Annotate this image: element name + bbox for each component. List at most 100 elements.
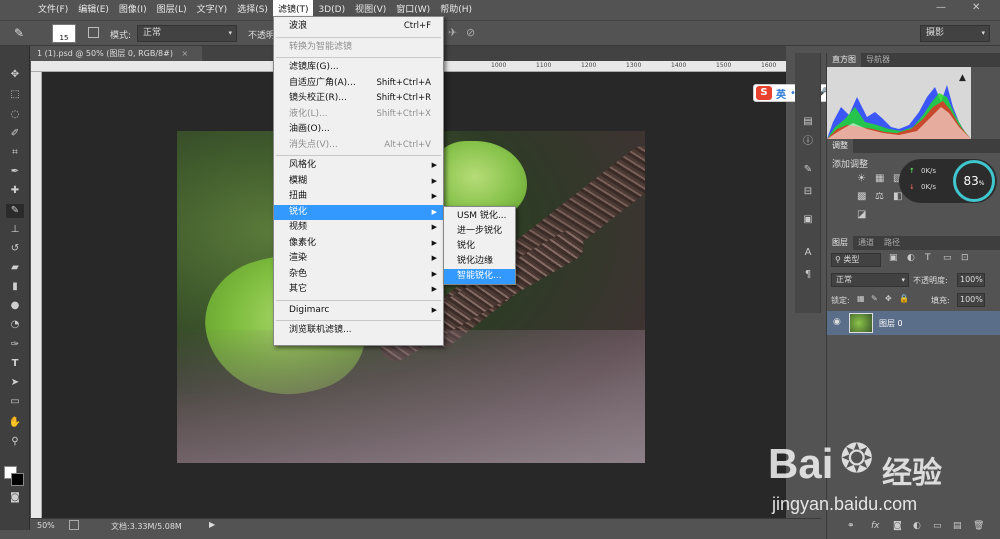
submenu-item-smart-sharpen[interactable]: 智能锐化...: [444, 269, 515, 284]
sogou-logo-icon[interactable]: S: [756, 86, 772, 100]
filter-menu-item[interactable]: 渲染 ▶: [274, 251, 443, 266]
filter-menu-item[interactable]: 油画(O)...: [274, 122, 443, 137]
chevron-right-icon[interactable]: ▶: [209, 520, 215, 529]
marquee-tool-icon[interactable]: ⬚: [6, 88, 24, 102]
filter-menu-item[interactable]: 镜头校正(R)... Shift+Ctrl+R: [274, 91, 443, 106]
eraser-tool-icon[interactable]: ▰: [6, 261, 24, 275]
bw-icon[interactable]: ◧: [893, 191, 902, 202]
quick-mask-icon[interactable]: ◙: [6, 491, 24, 505]
fill-input[interactable]: 100%: [957, 293, 985, 307]
trash-icon[interactable]: 🗑: [973, 521, 984, 531]
move-tool-icon[interactable]: ✥: [6, 68, 24, 82]
filter-menu-item[interactable]: 模糊 ▶: [274, 174, 443, 189]
eyedropper-tool-icon[interactable]: ✒: [6, 165, 24, 179]
mode-select[interactable]: 正常 ▾: [137, 25, 237, 42]
ime-mode-label[interactable]: 英: [776, 86, 786, 101]
filter-menu-item[interactable]: 滤镜库(G)...: [274, 60, 443, 75]
link-icon[interactable]: ⚭: [847, 521, 855, 531]
quick-select-tool-icon[interactable]: ✐: [6, 127, 24, 141]
filter-menu-item[interactable]: 其它 ▶: [274, 282, 443, 297]
gradient-tool-icon[interactable]: ▮: [6, 280, 24, 294]
hue-icon[interactable]: ▩: [857, 191, 866, 202]
filter-menu-item[interactable]: 波浪 Ctrl+F: [274, 19, 443, 34]
close-icon[interactable]: ×: [181, 49, 188, 58]
tab-adjustments[interactable]: 调整: [827, 139, 853, 153]
export-icon[interactable]: [69, 520, 79, 530]
lasso-tool-icon[interactable]: ◌: [6, 108, 24, 122]
smart-filter-icon[interactable]: ⊡: [961, 253, 969, 263]
filter-menu-item[interactable]: 风格化 ▶: [274, 158, 443, 173]
submenu-item-sharpen[interactable]: 锐化: [444, 239, 515, 254]
menu-type[interactable]: 文字(Y): [192, 0, 233, 20]
tab-channels[interactable]: 通道: [853, 236, 879, 250]
lock-move-icon[interactable]: ✥: [885, 294, 892, 303]
dodge-tool-icon[interactable]: ◔: [6, 318, 24, 332]
lock-all-icon[interactable]: 🔒: [899, 294, 909, 303]
shape-filter-icon[interactable]: ▭: [943, 253, 952, 263]
filter-menu-item[interactable]: Digimarc ▶: [274, 303, 443, 318]
brightness-icon[interactable]: ☀: [857, 173, 866, 184]
workspace-select[interactable]: 摄影 ▾: [920, 25, 990, 42]
styles-icon[interactable]: ▣: [800, 213, 816, 227]
filter-menu-item[interactable]: 视频 ▶: [274, 220, 443, 235]
layer-filter-select[interactable]: ⚲ 类型: [831, 253, 881, 267]
invert-icon[interactable]: ◪: [857, 209, 866, 220]
document-tab[interactable]: 1 (1).psd @ 50% (图层 0, RGB/8#) ×: [31, 46, 203, 61]
clone-stamp-tool-icon[interactable]: ⊥: [6, 223, 24, 237]
brush-preset-icon[interactable]: ✎: [800, 163, 816, 177]
adjust-filter-icon[interactable]: ◐: [907, 253, 915, 263]
properties-icon[interactable]: ⓘ: [800, 135, 816, 149]
airbrush-icon[interactable]: ✈: [448, 26, 457, 39]
filter-menu-item[interactable]: 自适应广角(A)... Shift+Ctrl+A: [274, 76, 443, 91]
brush-tool-icon[interactable]: ✎: [14, 26, 24, 40]
color-balance-icon[interactable]: ⚖: [875, 191, 884, 202]
tab-navigator[interactable]: 导航器: [861, 53, 895, 67]
hand-tool-icon[interactable]: ✋: [6, 416, 24, 430]
type-tool-icon[interactable]: T: [6, 357, 24, 371]
minimize-icon[interactable]: —: [936, 2, 946, 13]
background-color-swatch[interactable]: [11, 473, 24, 486]
filter-menu-item[interactable]: 杂色 ▶: [274, 267, 443, 282]
pen-tool-icon[interactable]: ✑: [6, 338, 24, 352]
levels-icon[interactable]: ▦: [875, 173, 884, 184]
opacity-input[interactable]: 100%: [957, 273, 985, 287]
menu-layer[interactable]: 图层(L): [152, 0, 192, 20]
history-icon[interactable]: ▤: [800, 115, 816, 129]
new-layer-icon[interactable]: ▤: [953, 521, 962, 531]
crop-tool-icon[interactable]: ⌗: [6, 146, 24, 160]
menu-image[interactable]: 图像(I): [114, 0, 152, 20]
zoom-level[interactable]: 50%: [37, 521, 55, 530]
zoom-tool-icon[interactable]: ⚲: [6, 435, 24, 449]
pressure-icon[interactable]: ⊘: [466, 26, 475, 39]
layer-row[interactable]: ◉ 图层 0: [827, 311, 1000, 335]
path-select-tool-icon[interactable]: ➤: [6, 376, 24, 390]
paragraph-icon[interactable]: ¶: [800, 268, 816, 282]
submenu-item-usm-sharpen[interactable]: USM 锐化...: [444, 209, 515, 224]
shape-tool-icon[interactable]: ▭: [6, 395, 24, 409]
filter-menu-item[interactable]: 浏览联机滤镜...: [274, 323, 443, 338]
adjustment-layer-icon[interactable]: ◐: [913, 521, 921, 531]
menu-edit[interactable]: 编辑(E): [73, 0, 114, 20]
filter-menu-item[interactable]: 锐化 ▶: [274, 204, 443, 220]
pixel-filter-icon[interactable]: ▣: [889, 253, 898, 263]
lock-transparent-icon[interactable]: ▦: [857, 294, 865, 303]
warning-icon[interactable]: ▲: [959, 73, 966, 83]
brush-tool-icon[interactable]: ✎: [6, 204, 24, 218]
group-icon[interactable]: ▭: [933, 521, 942, 531]
filter-menu-item[interactable]: 扭曲 ▶: [274, 189, 443, 204]
submenu-item-sharpen-edges[interactable]: 锐化边缘: [444, 254, 515, 269]
blend-mode-select[interactable]: 正常 ▾: [831, 273, 909, 287]
menu-select[interactable]: 选择(S): [232, 0, 273, 20]
tab-layers[interactable]: 图层: [827, 236, 853, 250]
history-brush-tool-icon[interactable]: ↺: [6, 242, 24, 256]
submenu-item-sharpen-more[interactable]: 进一步锐化: [444, 224, 515, 239]
fx-icon[interactable]: fx: [871, 521, 880, 531]
brush-panel-icon[interactable]: [88, 27, 99, 38]
eye-icon[interactable]: ◉: [833, 317, 841, 327]
type-filter-icon[interactable]: T: [925, 253, 931, 263]
tab-paths[interactable]: 路径: [879, 236, 905, 250]
close-icon[interactable]: ✕: [972, 2, 980, 13]
mask-icon[interactable]: ◙: [893, 521, 902, 531]
character-icon[interactable]: A: [800, 246, 816, 260]
tab-histogram[interactable]: 直方图: [827, 53, 861, 67]
